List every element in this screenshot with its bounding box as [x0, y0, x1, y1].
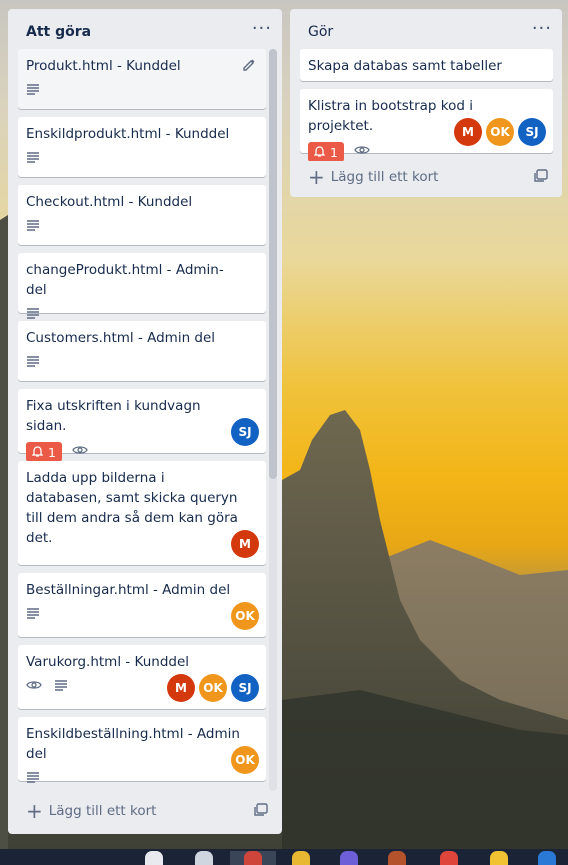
due-date-badge[interactable]: 1	[308, 142, 344, 161]
due-date-count: 1	[330, 144, 338, 160]
card-list: Produkt.html - Kunddel Enskildprodukt.ht…	[18, 49, 266, 789]
edit-pencil-icon[interactable]	[242, 58, 256, 76]
card-members: M OK SJ	[167, 674, 259, 702]
card-members: M	[231, 530, 259, 558]
list-title[interactable]: Att göra	[26, 24, 91, 40]
card[interactable]: Checkout.html - Kunddel	[18, 185, 266, 245]
avatar[interactable]: OK	[199, 674, 227, 702]
taskbar-app-icon[interactable]	[340, 851, 358, 865]
description-icon	[26, 219, 44, 235]
card-title: changeProdukt.html - Admin-del	[26, 262, 224, 298]
taskbar-app-icon[interactable]	[388, 851, 406, 865]
card-members: SJ	[231, 418, 259, 446]
list-header: Gör ···	[308, 20, 552, 43]
description-icon	[26, 151, 44, 167]
list-header: Att göra ···	[26, 20, 272, 43]
avatar[interactable]: SJ	[231, 418, 259, 446]
plus-icon: +	[26, 799, 43, 823]
watch-eye-icon	[26, 679, 44, 695]
card[interactable]: Enskildprodukt.html - Kunddel	[18, 117, 266, 177]
description-icon	[26, 355, 44, 371]
card-title: Varukorg.html - Kunddel	[26, 654, 190, 670]
list-menu-icon[interactable]: ···	[532, 20, 552, 38]
list-title[interactable]: Gör	[308, 24, 333, 40]
taskbar-task-view-icon[interactable]	[195, 851, 213, 865]
card-list: Skapa databas samt tabeller Klistra in b…	[300, 49, 553, 161]
add-card-label: Lägg till ett kort	[48, 803, 157, 819]
card-title: Checkout.html - Kunddel	[26, 194, 193, 210]
card-title: Enskildprodukt.html - Kunddel	[26, 126, 230, 142]
taskbar-chrome-icon[interactable]	[244, 851, 262, 865]
card-title: Enskildbeställning.html - Admin del	[26, 726, 240, 762]
template-icon[interactable]	[534, 168, 548, 186]
card[interactable]: Fixa utskriften i kundvagn sidan. 1 SJ	[18, 389, 266, 462]
list-scrollbar[interactable]	[269, 49, 277, 791]
os-taskbar	[0, 849, 568, 865]
card[interactable]: Customers.html - Admin del	[18, 321, 266, 381]
card-members: OK	[231, 746, 259, 774]
due-date-badge[interactable]: 1	[26, 442, 62, 462]
avatar[interactable]: M	[231, 530, 259, 558]
taskbar-search-icon[interactable]	[145, 851, 163, 865]
description-icon	[26, 607, 44, 623]
list-menu-icon[interactable]: ···	[252, 20, 272, 38]
card-title: Beställningar.html - Admin del	[26, 582, 231, 598]
card-title: Produkt.html - Kunddel	[26, 58, 181, 74]
template-icon[interactable]	[254, 802, 268, 820]
alarm-icon	[314, 146, 325, 157]
card[interactable]: Klistra in bootstrap kod i projektet. 1 …	[300, 89, 553, 161]
taskbar-app-icon[interactable]	[440, 851, 458, 865]
card[interactable]: Produkt.html - Kunddel	[18, 49, 266, 109]
card[interactable]: Ladda upp bilderna i databasen, samt ski…	[18, 461, 266, 565]
plus-icon: +	[308, 165, 325, 189]
card-title: Fixa utskriften i kundvagn sidan.	[26, 398, 201, 434]
card-title: Customers.html - Admin del	[26, 330, 216, 346]
avatar[interactable]: M	[454, 118, 482, 146]
list-att-gora: Att göra ··· Produkt.html - Kunddel Ensk…	[8, 9, 282, 834]
card-title: Skapa databas samt tabeller	[308, 58, 502, 74]
card[interactable]: Varukorg.html - Kunddel M OK SJ	[18, 645, 266, 709]
list-gor: Gör ··· Skapa databas samt tabeller Klis…	[290, 9, 562, 197]
avatar[interactable]: OK	[231, 602, 259, 630]
taskbar-app-icon[interactable]	[490, 851, 508, 865]
description-icon	[54, 679, 72, 695]
due-date-count: 1	[48, 444, 56, 460]
description-icon	[26, 83, 44, 99]
description-icon	[26, 771, 44, 787]
card[interactable]: Enskildbeställning.html - Admin del OK	[18, 717, 266, 783]
avatar[interactable]: SJ	[518, 118, 546, 146]
taskbar-explorer-icon[interactable]	[292, 851, 310, 865]
watch-eye-icon	[72, 444, 90, 460]
card[interactable]: changeProdukt.html - Admin-del	[18, 253, 266, 319]
scrollbar-thumb[interactable]	[269, 49, 277, 479]
card[interactable]: Beställningar.html - Admin del OK	[18, 573, 266, 637]
avatar[interactable]: SJ	[231, 674, 259, 702]
add-card-label: Lägg till ett kort	[330, 169, 439, 185]
card-members: M OK SJ	[454, 118, 546, 146]
taskbar-app-icon[interactable]	[538, 851, 556, 865]
card[interactable]: Skapa databas samt tabeller	[300, 49, 553, 81]
watch-eye-icon	[354, 144, 372, 160]
avatar[interactable]: OK	[231, 746, 259, 774]
card-title: Ladda upp bilderna i databasen, samt ski…	[26, 470, 238, 546]
avatar[interactable]: M	[167, 674, 195, 702]
add-card-button[interactable]: + Lägg till ett kort	[26, 798, 268, 824]
add-card-button[interactable]: + Lägg till ett kort	[308, 164, 548, 190]
card-members: OK	[231, 602, 259, 630]
avatar[interactable]: OK	[486, 118, 514, 146]
alarm-icon	[32, 446, 43, 457]
